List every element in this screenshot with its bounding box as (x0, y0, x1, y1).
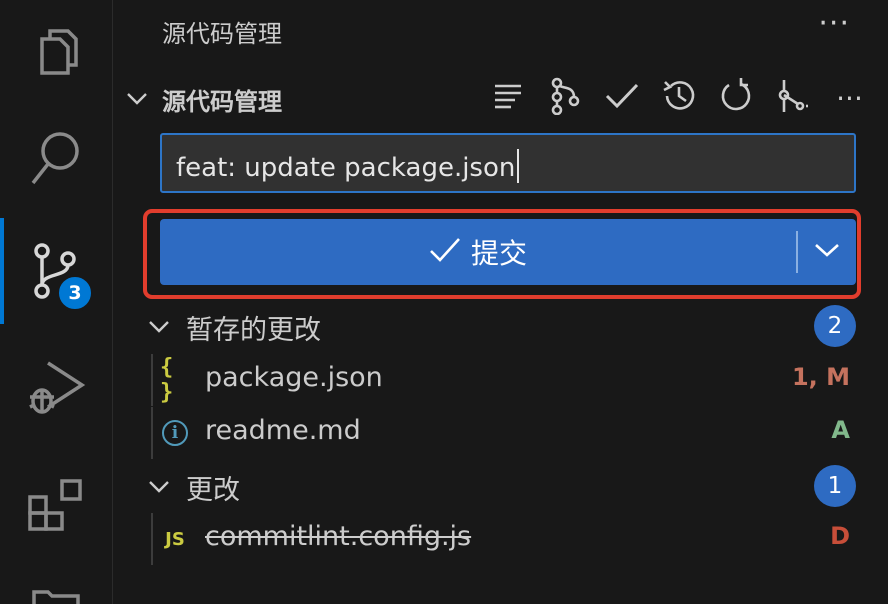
view-more-actions-button[interactable]: ··· (818, 6, 850, 41)
history-button[interactable] (650, 78, 707, 118)
commit-button-label: 提交 (470, 237, 527, 270)
search-icon (28, 129, 84, 189)
check-icon (429, 236, 461, 268)
view-as-tree-icon (493, 82, 523, 114)
info-icon: i (160, 417, 190, 449)
file-name: package.json (205, 362, 383, 393)
search-button[interactable] (0, 106, 112, 212)
javascript-icon: JS (165, 528, 185, 550)
source-control-button[interactable] (0, 218, 112, 324)
staged-changes-title: 暂存的更改 (186, 315, 321, 346)
extensions-button[interactable] (0, 452, 112, 558)
chevron-down-icon (125, 86, 149, 114)
extensions-icon (26, 475, 86, 535)
file-name: readme.md (205, 415, 361, 446)
staged-count-badge: 2 (814, 305, 856, 347)
commit-message-input[interactable]: feat: update package.json (160, 133, 856, 193)
check-icon (605, 82, 639, 114)
scm-toolbar: ··· (479, 77, 878, 119)
indent-guide (151, 354, 153, 406)
file-name: commitlint.config.js (205, 521, 472, 552)
file-row-package-json[interactable]: { } package.json 1, M (113, 354, 888, 406)
scm-section-title: 源代码管理 (162, 88, 282, 116)
run-debug-icon (24, 357, 88, 417)
run-debug-button[interactable] (0, 334, 112, 440)
commit-button[interactable]: 提交 (160, 219, 796, 285)
view-as-tree-button[interactable] (479, 78, 536, 118)
more-actions-button[interactable]: ··· (821, 78, 878, 118)
text-caret (517, 149, 520, 183)
json-icon: { } (160, 355, 174, 405)
commit-check-button[interactable] (593, 78, 650, 118)
chevron-down-icon (147, 474, 171, 502)
changes-title: 更改 (186, 475, 240, 506)
staged-changes-group[interactable]: 暂存的更改 2 (113, 300, 888, 352)
scm-section-header[interactable]: 源代码管理 ··· (113, 70, 888, 126)
commit-message-text: feat: update package.json (176, 149, 520, 183)
branch-button[interactable] (764, 78, 821, 118)
file-status: D (830, 522, 850, 550)
refresh-icon (719, 78, 753, 118)
files-icon (28, 25, 84, 81)
chevron-down-icon (147, 314, 171, 342)
view-title: 源代码管理 (162, 20, 282, 48)
chevron-down-icon (814, 242, 840, 262)
graph-button[interactable] (536, 77, 593, 119)
history-icon (661, 78, 697, 118)
branch-icon (776, 78, 810, 118)
indent-guide (151, 513, 153, 565)
remote-explorer-button[interactable] (0, 570, 112, 604)
changes-group[interactable]: 更改 1 (113, 460, 888, 512)
source-control-sidebar: 源代码管理 ··· 源代码管理 ··· feat: update package… (113, 0, 888, 604)
file-row-readme-md[interactable]: i readme.md A (113, 407, 888, 459)
file-status: A (831, 416, 850, 444)
commit-dropdown-button[interactable] (798, 219, 856, 285)
graph-icon (548, 77, 582, 119)
file-row-commitlint-config-js[interactable]: JS commitlint.config.js D (113, 513, 888, 565)
changes-count-badge: 1 (814, 465, 856, 507)
refresh-button[interactable] (707, 78, 764, 118)
more-icon: ··· (836, 81, 863, 115)
activity-bar: 3 (0, 0, 113, 604)
indent-guide (151, 407, 153, 459)
folder-icon (28, 570, 84, 604)
file-status: 1, M (791, 363, 850, 391)
source-control-badge: 3 (56, 274, 94, 312)
explorer-button[interactable] (0, 0, 112, 106)
